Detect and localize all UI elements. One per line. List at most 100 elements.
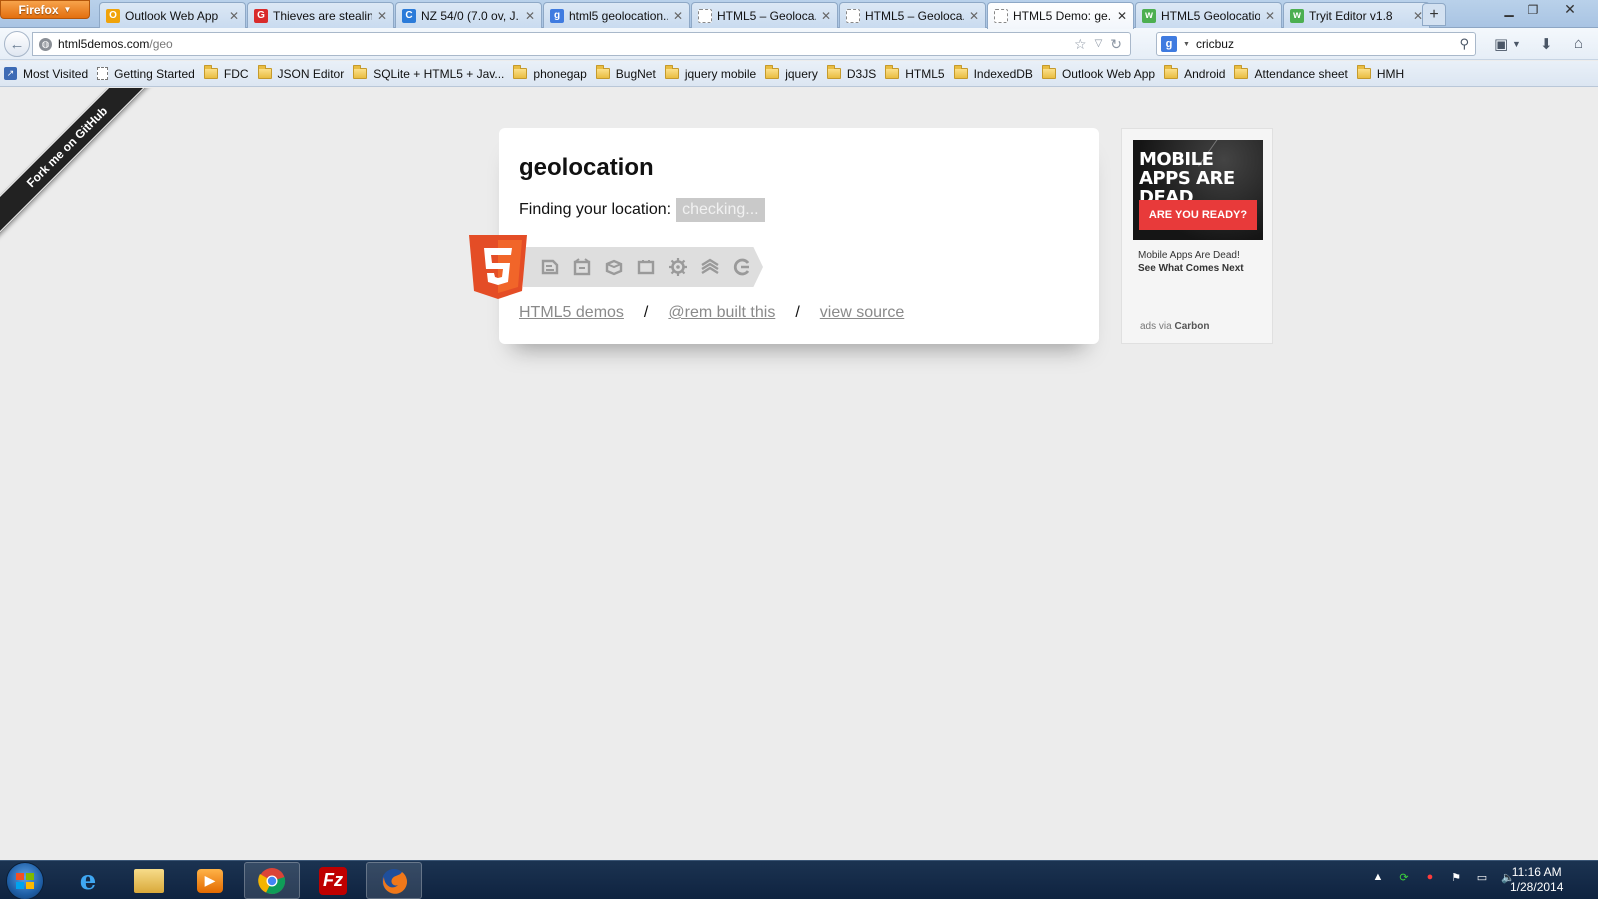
bookmark-sqlite[interactable]: SQLite + HTML5 + Jav... [353,65,504,81]
url-host: html5demos.com [58,37,150,51]
bookmark-phonegap[interactable]: phonegap [513,65,587,81]
bookmark-label: Most Visited [23,66,89,81]
bookmark-most-visited[interactable]: ↗ Most Visited [4,67,88,81]
view-source-link[interactable]: view source [820,304,904,322]
close-icon[interactable]: ✕ [969,9,979,23]
bookmark-fdc[interactable]: FDC [203,65,249,81]
back-button[interactable]: ← [4,31,30,57]
tab-html5-geoloc-2[interactable]: HTML5 – Geoloca... ✕ [839,2,986,28]
bookmark-label: jquery [785,66,818,81]
html5-demos-link[interactable]: HTML5 demos [519,304,624,322]
chevron-up-icon[interactable]: ▲ [1370,869,1386,885]
network-icon[interactable]: ▭ [1474,869,1490,885]
ad-copy-line1: Mobile Apps Are Dead! [1138,250,1240,261]
ad-cta-button[interactable]: ARE YOU READY? [1139,200,1257,230]
bookmark-json-editor[interactable]: JSON Editor [257,65,345,81]
search-icon[interactable]: ⚲ [1459,36,1469,52]
restore-button[interactable]: ❐ [1522,0,1544,19]
tab-html5-geolocation[interactable]: w HTML5 Geolocation ✕ [1135,2,1282,28]
search-input[interactable]: cricbuz [1196,37,1234,51]
tab-title: HTML5 – Geoloca... [717,8,816,23]
separator: / [795,304,800,321]
filezilla-icon: Fz [319,866,347,895]
tab-title: NZ 54/0 (7.0 ov, J... [421,8,520,23]
ads-via-carbon[interactable]: ads via Carbon [1140,321,1209,332]
url-text[interactable]: html5demos.com/geo [58,37,173,51]
tab-html5-demo-active[interactable]: HTML5 Demo: ge... ✕ [987,2,1134,29]
tab-cricket[interactable]: C NZ 54/0 (7.0 ov, J... ✕ [395,2,542,28]
ad-image[interactable]: MOBILE APPS ARE DEAD ARE YOU READY? [1133,140,1263,240]
caret-down-icon[interactable]: ▼ [1183,41,1190,48]
tab-html5-geoloc-1[interactable]: HTML5 – Geoloca... ✕ [691,2,838,28]
bookmark-label: JSON Editor [277,66,345,81]
antivirus-icon[interactable]: ● [1422,869,1438,885]
bookmark-attendance[interactable]: Attendance sheet [1234,65,1348,81]
close-icon[interactable]: ✕ [673,9,683,23]
bookmark-star-icon[interactable]: ☆ [1074,36,1087,53]
bookmark-d3js[interactable]: D3JS [826,65,876,81]
status-label: Finding your location: [519,201,672,218]
bookmark-outlook[interactable]: Outlook Web App [1041,65,1155,81]
caret-down-icon: ▼ [63,5,72,14]
url-bar[interactable]: ◍ html5demos.com/geo ☆ ▽ ↻ [32,32,1131,56]
folder-icon [953,65,968,79]
sync-icon[interactable]: ⟳ [1396,869,1412,885]
close-icon[interactable]: ✕ [229,9,239,23]
reload-icon[interactable]: ↻ [1110,36,1122,53]
taskbar-chrome[interactable] [244,862,300,899]
caret-down-icon[interactable]: ▼ [1512,39,1521,49]
close-icon[interactable]: ✕ [377,9,387,23]
separator: / [643,304,649,321]
globe-icon: ◍ [39,37,52,51]
tab-thieves[interactable]: G Thieves are stealin... ✕ [247,2,394,28]
bookmark-hmh[interactable]: HMH [1356,65,1404,81]
minimize-button[interactable]: ▁ [1498,0,1520,19]
taskbar-firefox[interactable] [366,862,422,899]
tab-google-search[interactable]: g html5 geolocation... ✕ [543,2,690,28]
taskbar-internet-explorer[interactable]: e [60,862,116,899]
bookmark-android[interactable]: Android [1164,65,1225,81]
ad-copy[interactable]: Mobile Apps Are Dead! See What Comes Nex… [1138,249,1262,275]
start-button[interactable] [6,862,44,899]
folder-icon [765,65,780,79]
folder-icon [1041,65,1056,79]
action-center-flag-icon[interactable]: ⚑ [1448,869,1464,885]
bookmark-jquery[interactable]: jquery [765,65,818,81]
carbon-ad: MOBILE APPS ARE DEAD ARE YOU READY? Mobi… [1121,128,1273,344]
taskbar-filezilla[interactable]: Fz [305,862,361,899]
folder-icon [203,65,218,79]
new-tab-button[interactable]: + [1422,3,1446,26]
tab-title: Tryit Editor v1.8 [1309,8,1393,23]
tab-title: HTML5 Demo: ge... [1013,9,1112,23]
google-icon[interactable]: g [1161,36,1177,52]
close-icon[interactable]: ✕ [1117,9,1127,23]
ad-copy-line2: See What Comes Next [1138,263,1244,274]
close-icon[interactable]: ✕ [821,9,831,23]
rem-built-this-link[interactable]: @rem built this [668,304,775,322]
bookmark-indexeddb[interactable]: IndexedDB [953,65,1033,81]
system-clock[interactable]: 11:16 AM 1/28/2014 [1510,865,1563,895]
bookmark-label: phonegap [533,66,587,81]
taskbar-file-explorer[interactable] [121,862,177,899]
search-bar[interactable]: g ▼ cricbuz ⚲ [1156,32,1476,56]
download-icon[interactable]: ⬇ [1540,35,1553,53]
bookmark-html5[interactable]: HTML5 [885,65,945,81]
tab-tryit-editor[interactable]: w Tryit Editor v1.8 ✕ [1283,2,1430,28]
bookmark-jquery-mobile[interactable]: jquery mobile [664,65,756,81]
demo-card: geolocation Finding your location: check… [499,128,1099,344]
bookmark-bugnet[interactable]: BugNet [595,65,656,81]
close-icon[interactable]: ✕ [525,9,535,23]
chrome-icon [258,867,286,894]
tab-outlook[interactable]: O Outlook Web App ✕ [99,2,246,28]
news-icon: G [254,8,268,23]
fork-me-ribbon[interactable]: Fork me on GitHub [0,88,165,245]
bookmarks-menu-icon[interactable]: ▣ [1494,35,1508,53]
bookmark-getting-started[interactable]: Getting Started [97,67,195,81]
html5-logo-icon[interactable] [469,235,527,299]
close-icon[interactable]: ✕ [1265,9,1275,23]
history-dropdown-icon[interactable]: ▽ [1095,38,1103,53]
firefox-menu-button[interactable]: Firefox ▼ [0,0,90,19]
taskbar-media-player[interactable]: ▶ [182,862,238,899]
home-icon[interactable]: ⌂ [1574,35,1583,52]
close-window-button[interactable]: ✕ [1548,0,1592,19]
